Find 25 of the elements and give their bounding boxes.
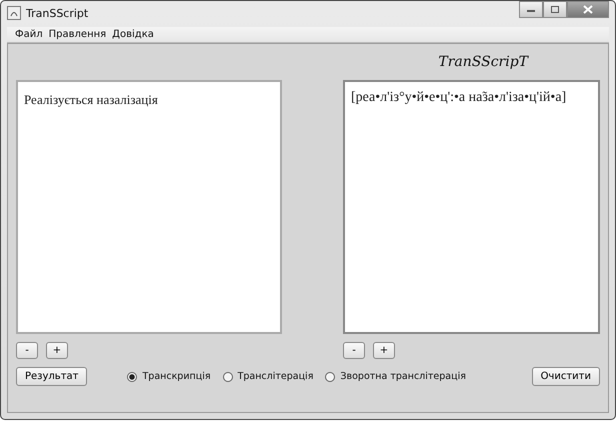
radio-label: Транскрипція: [142, 371, 211, 382]
menu-item[interactable]: Правлення: [48, 29, 106, 40]
decrease-button[interactable]: -: [16, 342, 38, 359]
logo: TranSScripT: [438, 54, 528, 70]
radio-label: Зворотна транслітерація: [340, 371, 466, 382]
decrease-button[interactable]: -: [343, 342, 365, 359]
menu-item[interactable]: Довідка: [112, 29, 154, 40]
radio-button[interactable]: [325, 372, 336, 382]
increase-button[interactable]: +: [46, 342, 68, 359]
increase-button[interactable]: +: [373, 342, 395, 359]
output-text-area[interactable]: [реа•л'із°у•й•е•ц':•а на̃за•л'іза•ц'ій•а]: [343, 80, 600, 334]
radio-button[interactable]: [222, 372, 233, 382]
result-button[interactable]: Результат: [16, 367, 88, 386]
maximize-button[interactable]: [543, 1, 567, 18]
input-text-area[interactable]: Реалізується назалізація: [16, 80, 282, 334]
radio-label: Транслітерація: [238, 371, 314, 382]
radio-button[interactable]: [127, 372, 138, 382]
app-icon: [7, 6, 21, 20]
maximize-icon: [550, 5, 560, 14]
minimize-button[interactable]: [519, 1, 543, 18]
close-icon: [583, 5, 593, 14]
close-button[interactable]: [567, 1, 609, 18]
window-title: TranSScript: [26, 6, 88, 20]
clear-button[interactable]: Очистити: [532, 367, 600, 386]
menu-item[interactable]: Файл: [15, 29, 43, 40]
